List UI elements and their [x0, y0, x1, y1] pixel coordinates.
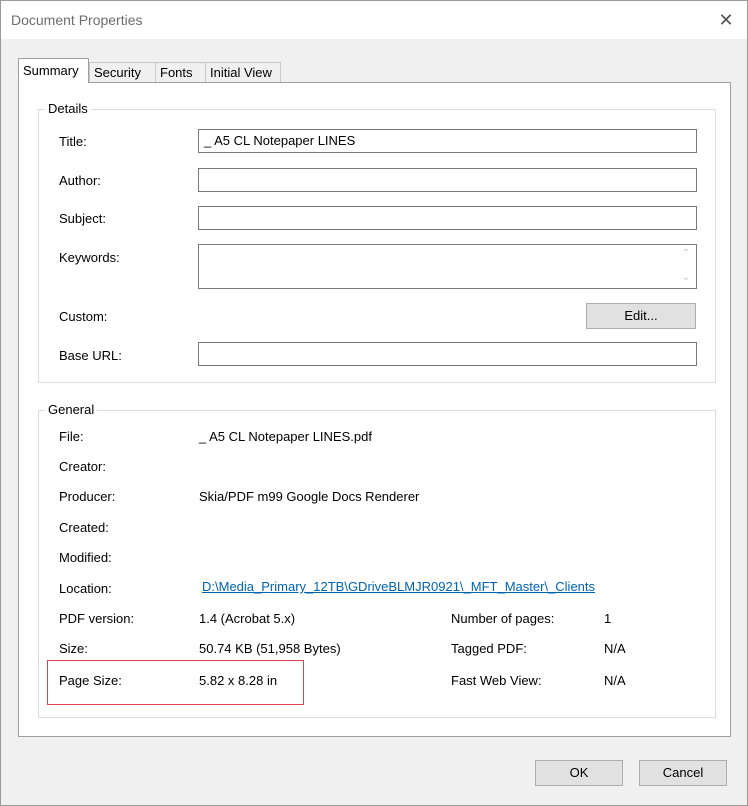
- author-field[interactable]: [198, 168, 697, 192]
- creator-label: Creator:: [59, 459, 106, 474]
- base-url-field[interactable]: [198, 342, 697, 366]
- tagged-pdf-label: Tagged PDF:: [451, 641, 527, 656]
- cancel-button[interactable]: Cancel: [639, 760, 727, 786]
- custom-label: Custom:: [59, 309, 108, 324]
- tab-initial-view[interactable]: Initial View: [205, 62, 281, 82]
- ok-button[interactable]: OK: [535, 760, 623, 786]
- scroll-down-icon[interactable]: ⌄: [680, 272, 692, 284]
- file-label: File:: [59, 429, 84, 444]
- author-label: Author:: [59, 173, 101, 188]
- page-size-highlight-box: [47, 660, 304, 705]
- tab-fonts[interactable]: Fonts: [155, 62, 206, 82]
- title-field[interactable]: _ A5 CL Notepaper LINES: [198, 129, 697, 153]
- pdf-version-label: PDF version:: [59, 611, 135, 626]
- producer-value: Skia/PDF m99 Google Docs Renderer: [199, 489, 420, 504]
- number-of-pages-label: Number of pages:: [451, 611, 555, 626]
- summary-panel: Details Title: _ A5 CL Notepaper LINES A…: [18, 82, 731, 737]
- fast-web-view-value: N/A: [604, 673, 626, 688]
- number-of-pages-value: 1: [604, 611, 612, 626]
- document-properties-dialog: Document Properties ✕ Summary Security F…: [0, 0, 748, 806]
- details-group-label: Details: [45, 101, 91, 116]
- title-label: Title:: [59, 134, 87, 149]
- size-label: Size:: [59, 641, 88, 656]
- pdf-version-value: 1.4 (Acrobat 5.x): [199, 611, 296, 626]
- edit-button[interactable]: Edit...: [586, 303, 696, 329]
- created-label: Created:: [59, 520, 109, 535]
- location-link[interactable]: D:\Media_Primary_12TB\GDriveBLMJR0921\_M…: [202, 579, 595, 594]
- subject-label: Subject:: [59, 211, 106, 226]
- fast-web-view-label: Fast Web View:: [451, 673, 542, 688]
- general-group-label: General: [45, 402, 98, 417]
- keywords-field[interactable]: ⌃ ⌄: [198, 244, 697, 289]
- close-icon[interactable]: ✕: [715, 9, 737, 31]
- producer-label: Producer:: [59, 489, 116, 504]
- dialog-title: Document Properties: [11, 12, 143, 28]
- scroll-up-icon[interactable]: ⌃: [680, 248, 692, 260]
- file-value: _ A5 CL Notepaper LINES.pdf: [199, 429, 372, 444]
- keywords-label: Keywords:: [59, 250, 120, 265]
- tab-summary[interactable]: Summary: [18, 58, 89, 83]
- modified-label: Modified:: [59, 550, 112, 565]
- title-bar: Document Properties ✕: [1, 1, 747, 39]
- size-value: 50.74 KB (51,958 Bytes): [199, 641, 341, 656]
- tagged-pdf-value: N/A: [604, 641, 626, 656]
- subject-field[interactable]: [198, 206, 697, 230]
- tab-security[interactable]: Security: [89, 62, 156, 82]
- location-label: Location:: [59, 581, 112, 596]
- base-url-label: Base URL:: [59, 348, 122, 363]
